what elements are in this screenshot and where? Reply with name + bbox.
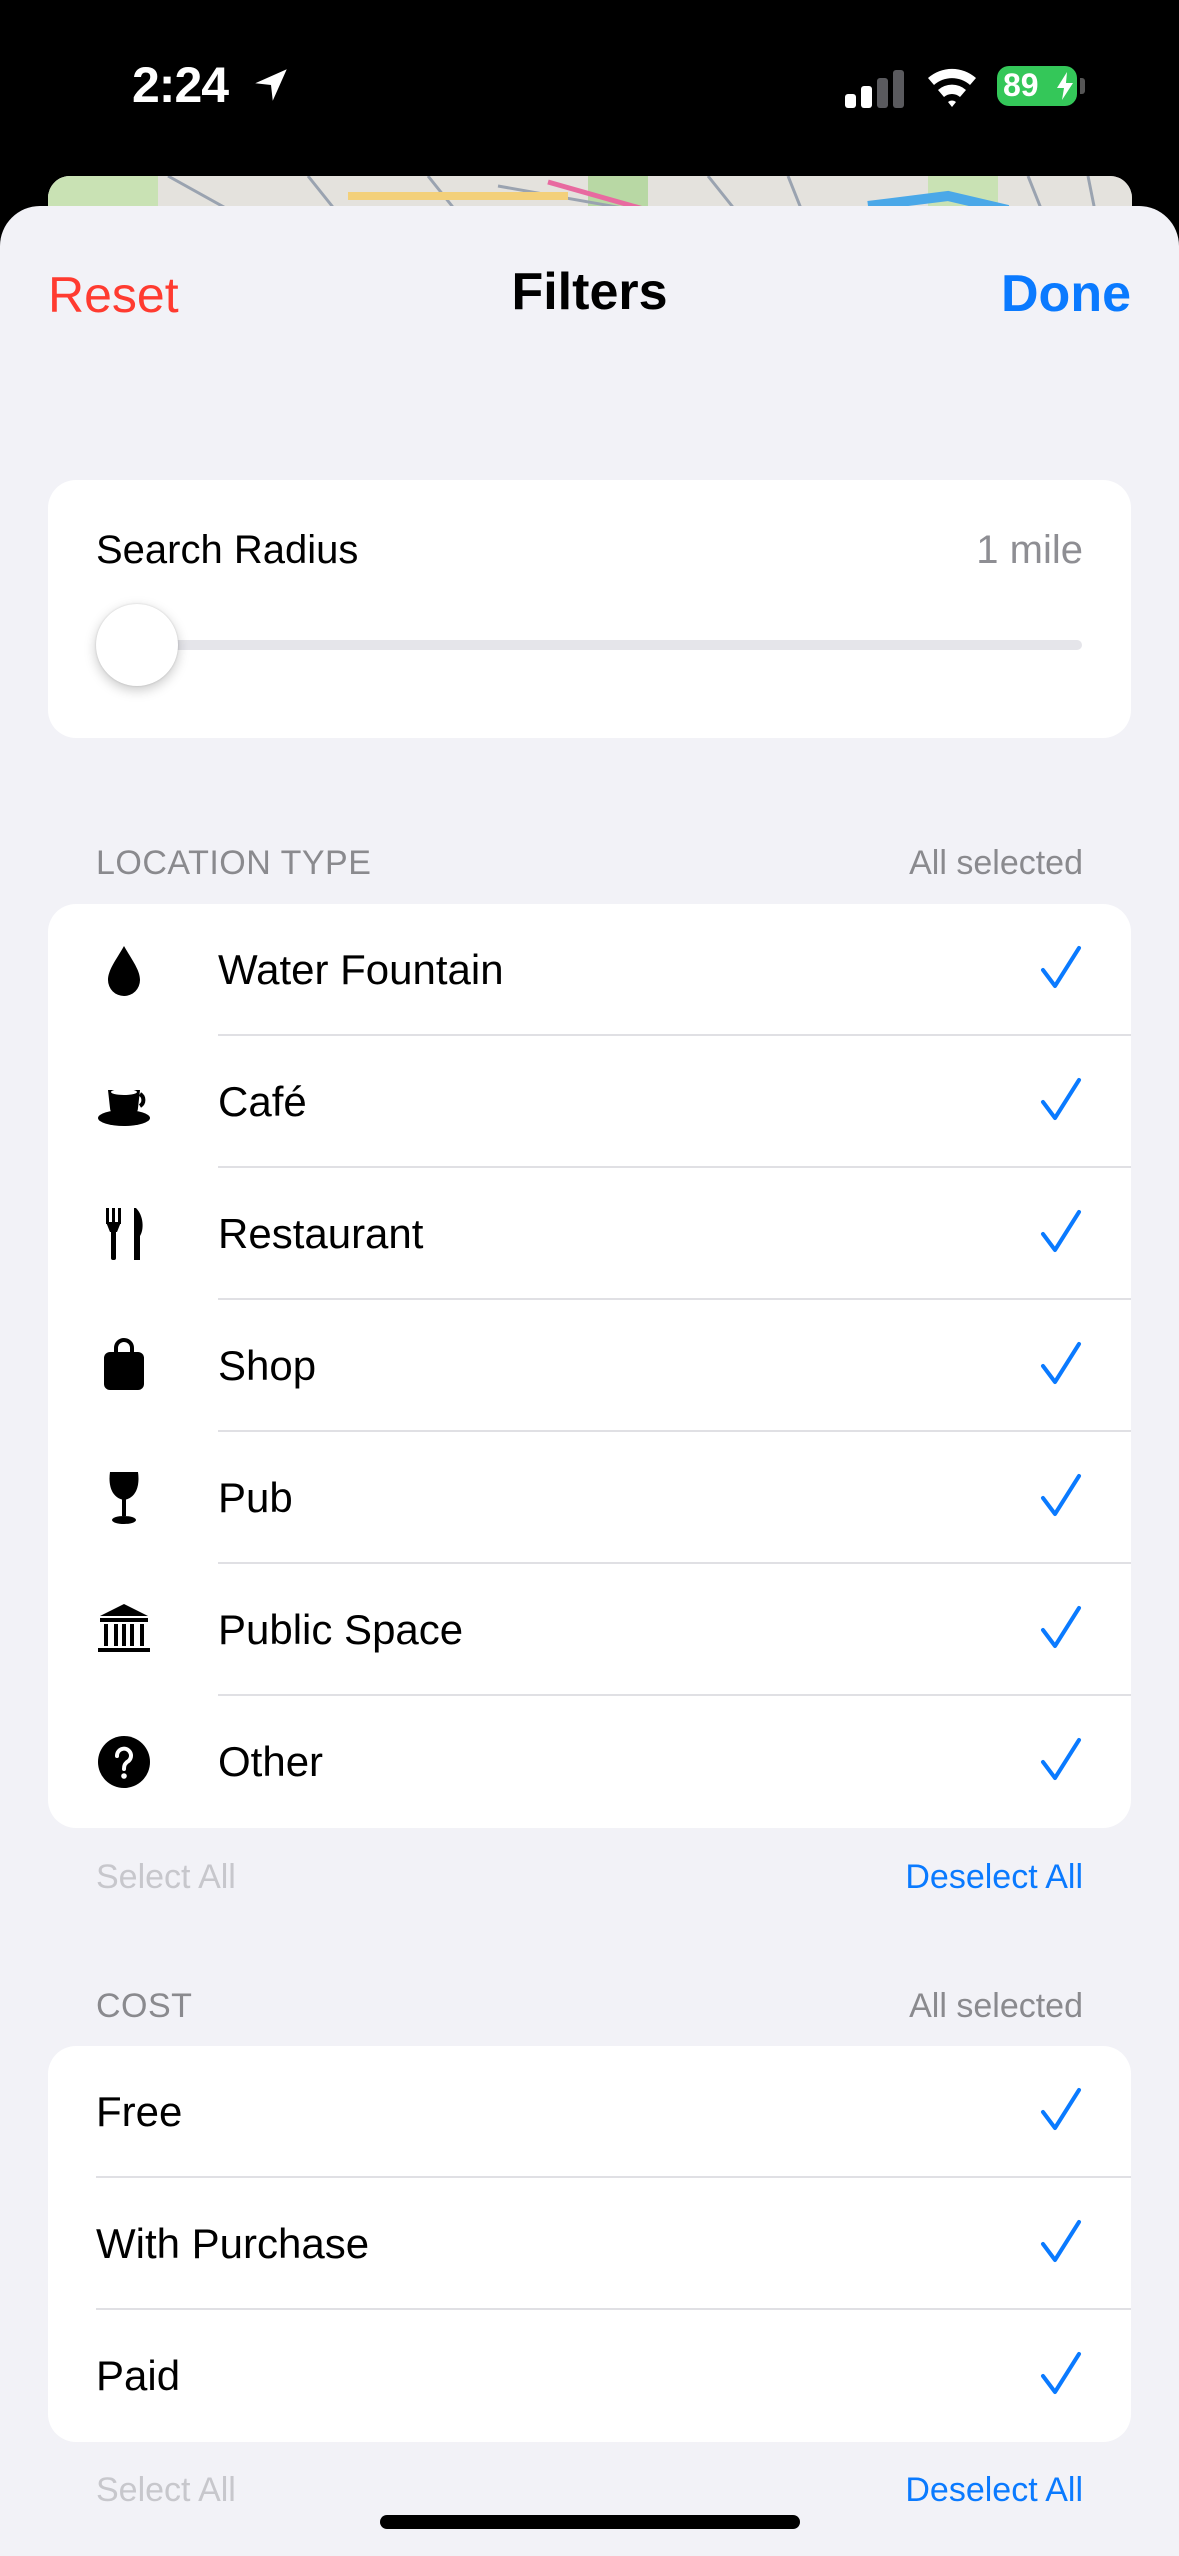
battery-level: 89	[1003, 67, 1039, 103]
location-type-item-shop[interactable]: Shop	[48, 1300, 1131, 1432]
cost-label: With Purchase	[96, 2220, 370, 2267]
cost-item-with-purchase[interactable]: With Purchase	[48, 2178, 1131, 2310]
location-type-list: Water Fountain Café Restaurant Shop Pub …	[48, 904, 1131, 1828]
location-arrow-icon	[255, 69, 287, 101]
status-bar: 2:24 89	[0, 0, 1179, 175]
coffee-cup-icon	[96, 1074, 152, 1130]
checkmark-icon	[1041, 1078, 1081, 1120]
location-type-label: Water Fountain	[218, 946, 504, 993]
cost-status: All selected	[909, 1987, 1083, 2025]
checkmark-icon	[1041, 1606, 1081, 1648]
cellular-signal-icon	[845, 70, 904, 108]
cost-deselect-all-button[interactable]: Deselect All	[905, 2471, 1083, 2510]
checkmark-icon	[1041, 1474, 1081, 1516]
bolt-icon	[1057, 72, 1073, 100]
water-drop-icon	[96, 942, 152, 998]
shopping-bag-icon	[96, 1338, 152, 1394]
checkmark-icon	[1041, 2088, 1081, 2130]
location-type-label: Restaurant	[218, 1210, 424, 1257]
cost-header: COST	[96, 1987, 193, 2025]
checkmark-icon	[1041, 1342, 1081, 1384]
battery-charging-icon: 89	[997, 66, 1077, 106]
location-type-item-pub[interactable]: Pub	[48, 1432, 1131, 1564]
wine-glass-icon	[96, 1470, 152, 1526]
building-columns-icon	[96, 1602, 152, 1658]
checkmark-icon	[1041, 946, 1081, 988]
home-indicator[interactable]	[380, 2515, 800, 2529]
location-type-label: Public Space	[218, 1606, 464, 1653]
location-type-item-cafe[interactable]: Café	[48, 1036, 1131, 1168]
location-type-status: All selected	[909, 844, 1083, 882]
location-type-deselect-all-button[interactable]: Deselect All	[905, 1858, 1083, 1897]
location-type-label: Pub	[218, 1474, 293, 1521]
search-radius-value: 1 mile	[976, 528, 1083, 572]
location-type-label: Shop	[218, 1342, 317, 1389]
cost-select-all-button[interactable]: Select All	[96, 2471, 236, 2510]
location-type-header: LOCATION TYPE	[96, 844, 372, 882]
wifi-icon	[928, 68, 976, 107]
location-type-label: Café	[218, 1078, 307, 1125]
status-time: 2:24	[132, 57, 229, 113]
checkmark-icon	[1041, 2220, 1081, 2262]
checkmark-icon	[1041, 1738, 1081, 1780]
location-type-label: Other	[218, 1738, 324, 1785]
cost-item-paid[interactable]: Paid	[48, 2310, 1131, 2442]
search-radius-slider-track[interactable]	[96, 640, 1082, 650]
search-radius-slider-thumb[interactable]	[96, 604, 178, 686]
cost-list: Free With Purchase Paid	[48, 2046, 1131, 2442]
search-radius-card: Search Radius 1 mile	[48, 480, 1131, 738]
location-type-item-public-space[interactable]: Public Space	[48, 1564, 1131, 1696]
done-button[interactable]: Done	[1001, 264, 1131, 324]
fork-knife-icon	[96, 1206, 152, 1262]
filters-sheet: Reset Filters Done Search Radius 1 mile …	[0, 206, 1179, 2556]
cost-item-free[interactable]: Free	[48, 2046, 1131, 2178]
location-type-item-restaurant[interactable]: Restaurant	[48, 1168, 1131, 1300]
search-radius-label: Search Radius	[96, 528, 359, 572]
question-circle-icon	[96, 1734, 152, 1790]
checkmark-icon	[1041, 1210, 1081, 1252]
battery-nub	[1080, 78, 1085, 94]
cost-label: Free	[96, 2088, 183, 2135]
location-type-item-other[interactable]: Other	[48, 1696, 1131, 1828]
location-type-select-all-button[interactable]: Select All	[96, 1858, 236, 1897]
checkmark-icon	[1041, 2352, 1081, 2394]
location-type-item-water-fountain[interactable]: Water Fountain	[48, 904, 1131, 1036]
cost-label: Paid	[96, 2352, 181, 2399]
